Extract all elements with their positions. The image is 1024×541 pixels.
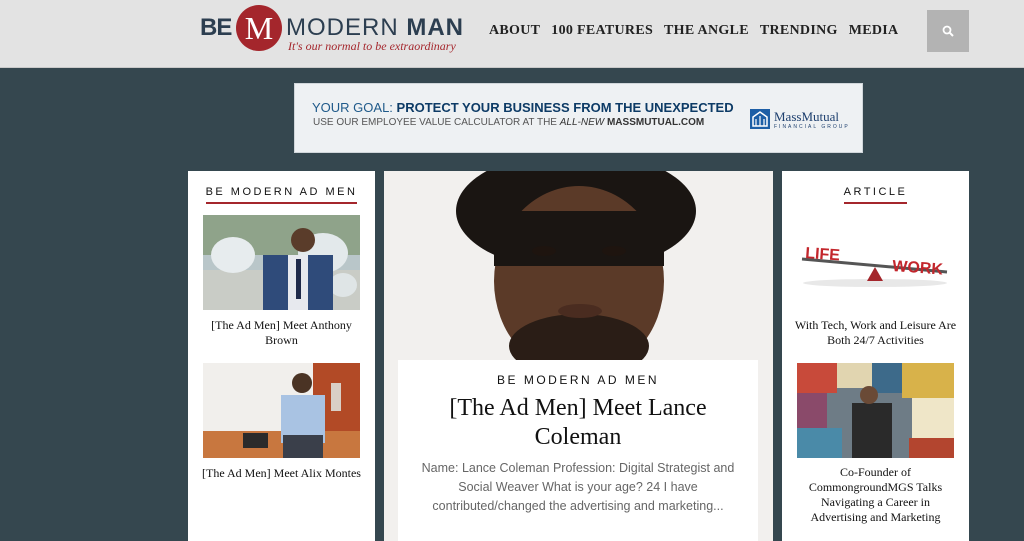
site-logo[interactable]: BE M MODERN MAN It's our normal to be ex… — [200, 4, 470, 60]
logo-m-emblem: M — [236, 5, 282, 51]
article-title-alix-montes[interactable]: [The Ad Men] Meet Alix Montes — [198, 466, 365, 481]
featured-article-excerpt: Name: Lance Coleman Profession: Digital … — [421, 461, 735, 513]
ad-banner[interactable]: YOUR GOAL: PROTECT YOUR BUSINESS FROM TH… — [294, 83, 863, 153]
right-column: ARTICLE LIFE WORK With Tech, Work and Le… — [782, 171, 969, 541]
featured-article[interactable]: BE MODERN AD MEN [The Ad Men] Meet Lance… — [384, 171, 773, 541]
life-image-text: LIFE — [805, 245, 841, 264]
right-column-title: ARTICLE — [782, 186, 969, 204]
logo-tagline: It's our normal to be extraordinary — [288, 39, 456, 53]
nav-media[interactable]: MEDIA — [849, 23, 899, 39]
nav-100-features[interactable]: 100 FEATURES — [551, 23, 653, 39]
search-button[interactable] — [927, 10, 969, 52]
featured-article-card: BE MODERN AD MEN [The Ad Men] Meet Lance… — [398, 360, 758, 541]
article-title-commonground[interactable]: Co-Founder of CommongroundMGS Talks Navi… — [792, 465, 959, 525]
logo-be: BE — [200, 14, 232, 41]
massmutual-name: MassMutual — [774, 109, 839, 124]
site-header: BE M MODERN MAN It's our normal to be ex… — [0, 0, 1024, 68]
logo-wordmark: MODERN MAN — [286, 14, 464, 41]
main-nav: ABOUT 100 FEATURES THE ANGLE TRENDING ME… — [489, 23, 898, 39]
article-thumbnail-alix-montes[interactable] — [203, 363, 360, 458]
nav-about[interactable]: ABOUT — [489, 23, 540, 39]
massmutual-subtitle: FINANCIAL GROUP — [774, 124, 850, 130]
nav-trending[interactable]: TRENDING — [760, 23, 838, 39]
work-image-text: WORK — [892, 258, 944, 279]
search-icon — [942, 25, 954, 37]
featured-article-title[interactable]: [The Ad Men] Meet Lance Coleman — [418, 394, 738, 452]
article-thumbnail-commonground[interactable] — [797, 363, 954, 458]
nav-the-angle[interactable]: THE ANGLE — [664, 23, 749, 39]
article-title-tech-work-leisure[interactable]: With Tech, Work and Leisure Are Both 24/… — [792, 318, 959, 348]
left-column: BE MODERN AD MEN [The Ad Men] Meet Antho… — [188, 171, 375, 541]
massmutual-emblem-icon — [750, 109, 770, 129]
left-column-title: BE MODERN AD MEN — [188, 186, 375, 204]
ad-subline: USE OUR EMPLOYEE VALUE CALCULATOR AT THE… — [313, 117, 705, 128]
article-thumbnail-life-work[interactable]: LIFE WORK — [797, 215, 954, 310]
article-title-anthony-brown[interactable]: [The Ad Men] Meet Anthony Brown — [198, 318, 365, 348]
massmutual-logo: MassMutual FINANCIAL GROUP — [750, 109, 854, 133]
featured-image — [384, 171, 773, 371]
article-thumbnail-anthony-brown[interactable] — [203, 215, 360, 310]
featured-article-category[interactable]: BE MODERN AD MEN — [398, 373, 758, 387]
ad-headline: YOUR GOAL: PROTECT YOUR BUSINESS FROM TH… — [312, 100, 734, 115]
